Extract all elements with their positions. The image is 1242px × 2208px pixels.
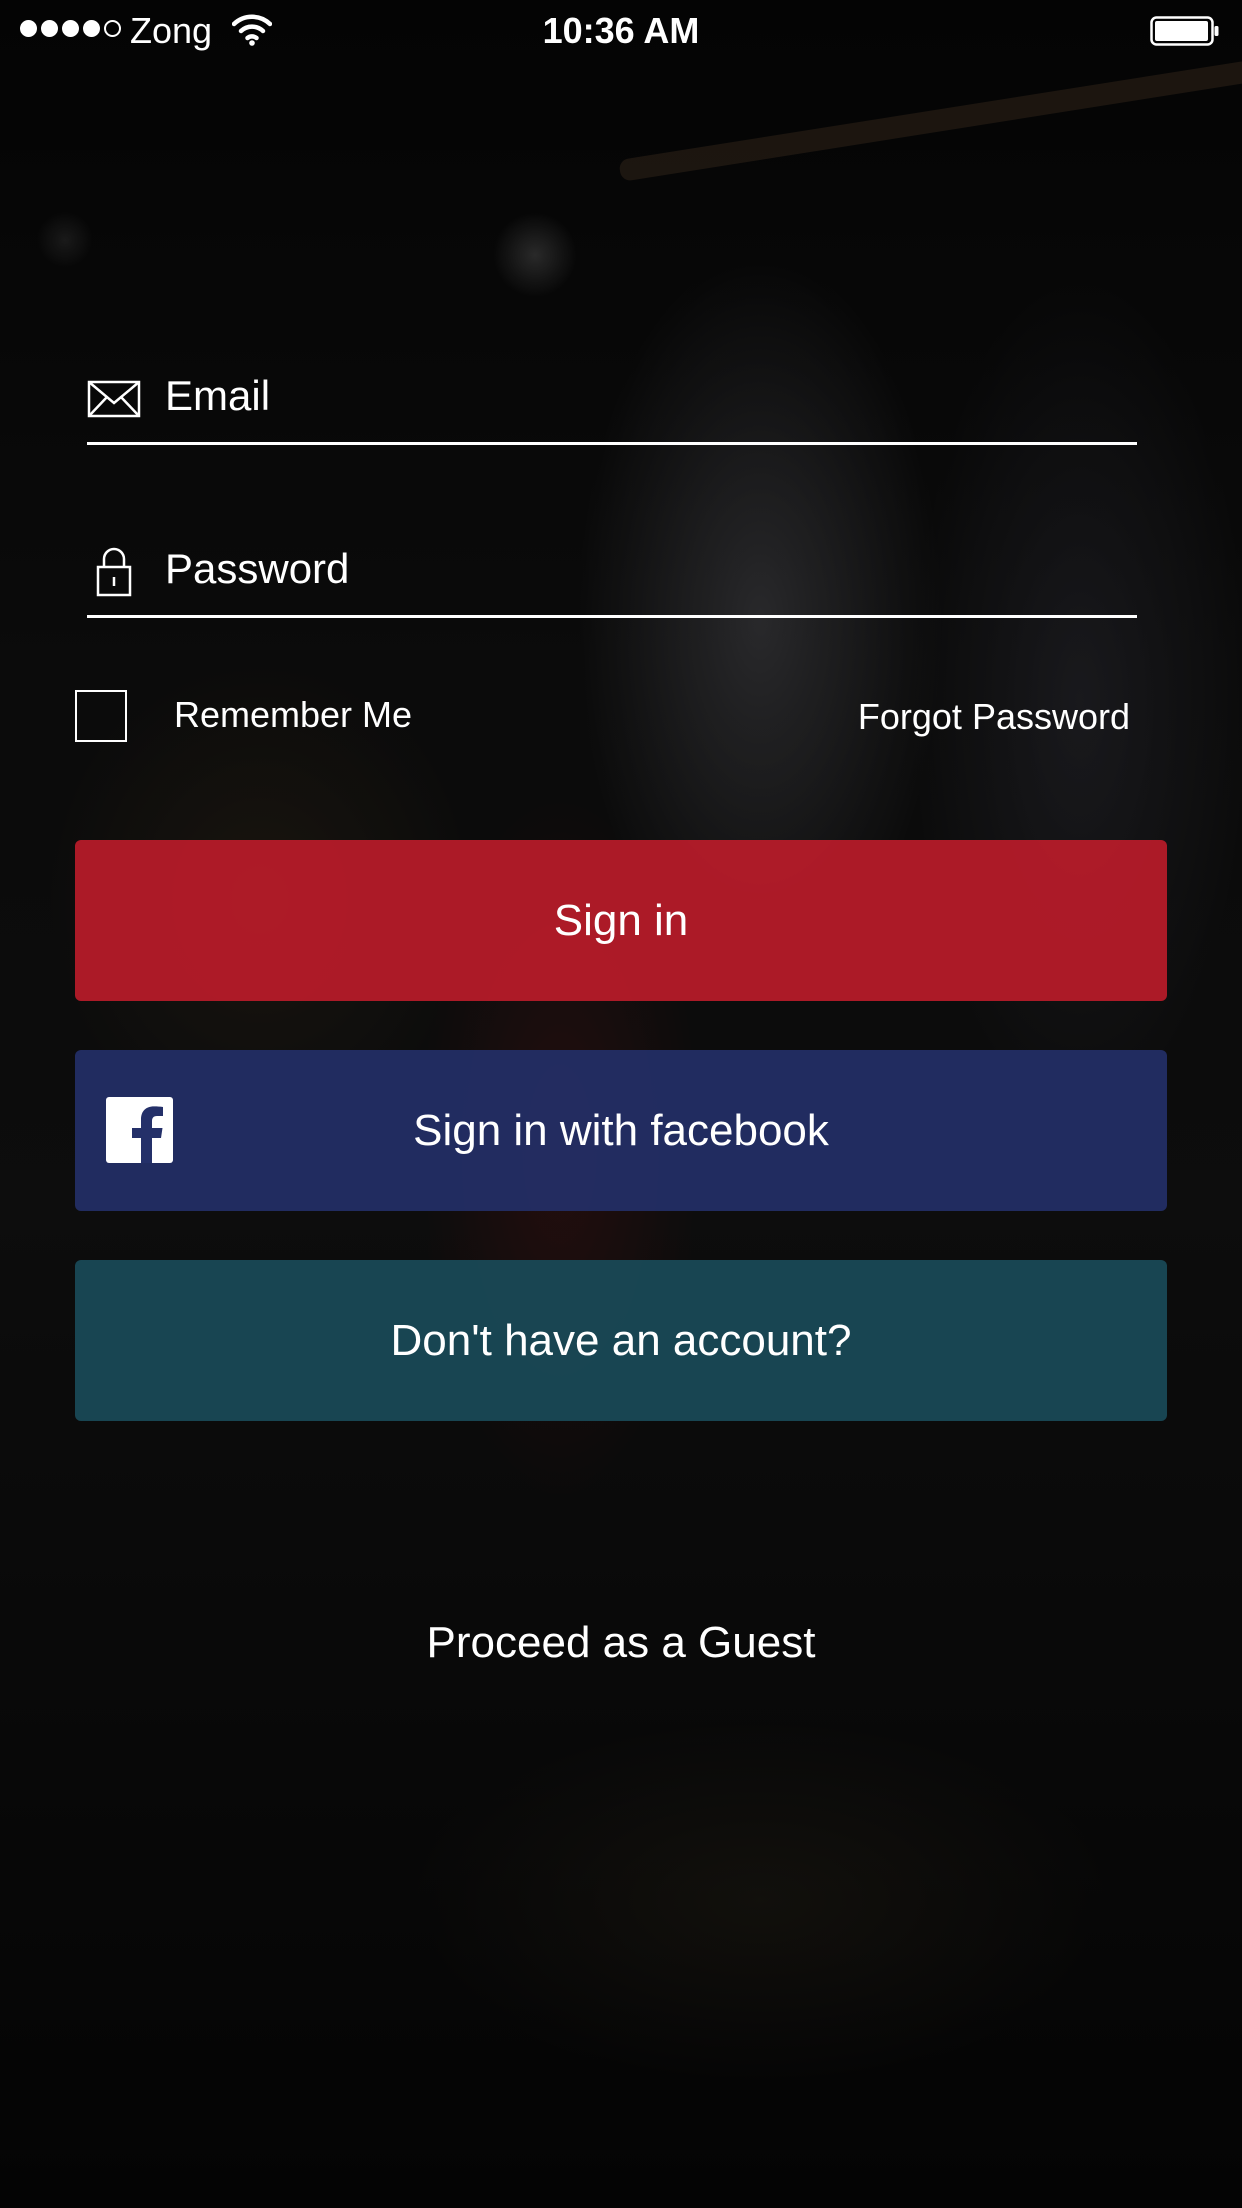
password-placeholder: Password xyxy=(165,545,350,592)
login-screen: Zong 10:36 AM Email Password Remember Me… xyxy=(0,0,1242,2208)
sign-in-button[interactable]: Sign in xyxy=(75,840,1167,1001)
register-button[interactable]: Don't have an account? xyxy=(75,1260,1167,1421)
facebook-button-label: Sign in with facebook xyxy=(413,1105,829,1155)
envelope-icon xyxy=(87,380,141,418)
register-button-label: Don't have an account? xyxy=(390,1315,852,1365)
forgot-password-link[interactable]: Forgot Password xyxy=(858,696,1130,738)
remember-me-checkbox[interactable] xyxy=(75,690,127,742)
battery-icon xyxy=(1150,16,1219,46)
status-bar: Zong 10:36 AM xyxy=(0,0,1242,62)
remember-me-label[interactable]: Remember Me xyxy=(174,694,412,736)
facebook-logo-icon xyxy=(106,1097,173,1163)
status-time: 10:36 AM xyxy=(542,10,700,51)
lock-icon xyxy=(96,547,132,597)
password-field[interactable]: Password xyxy=(87,535,1137,618)
email-placeholder: Email xyxy=(165,372,271,419)
facebook-sign-in-button[interactable]: Sign in with facebook xyxy=(75,1050,1167,1211)
sign-in-button-label: Sign in xyxy=(553,895,689,945)
proceed-as-guest-link[interactable]: Proceed as a Guest xyxy=(0,1618,1242,1668)
email-field[interactable]: Email xyxy=(87,362,1137,445)
